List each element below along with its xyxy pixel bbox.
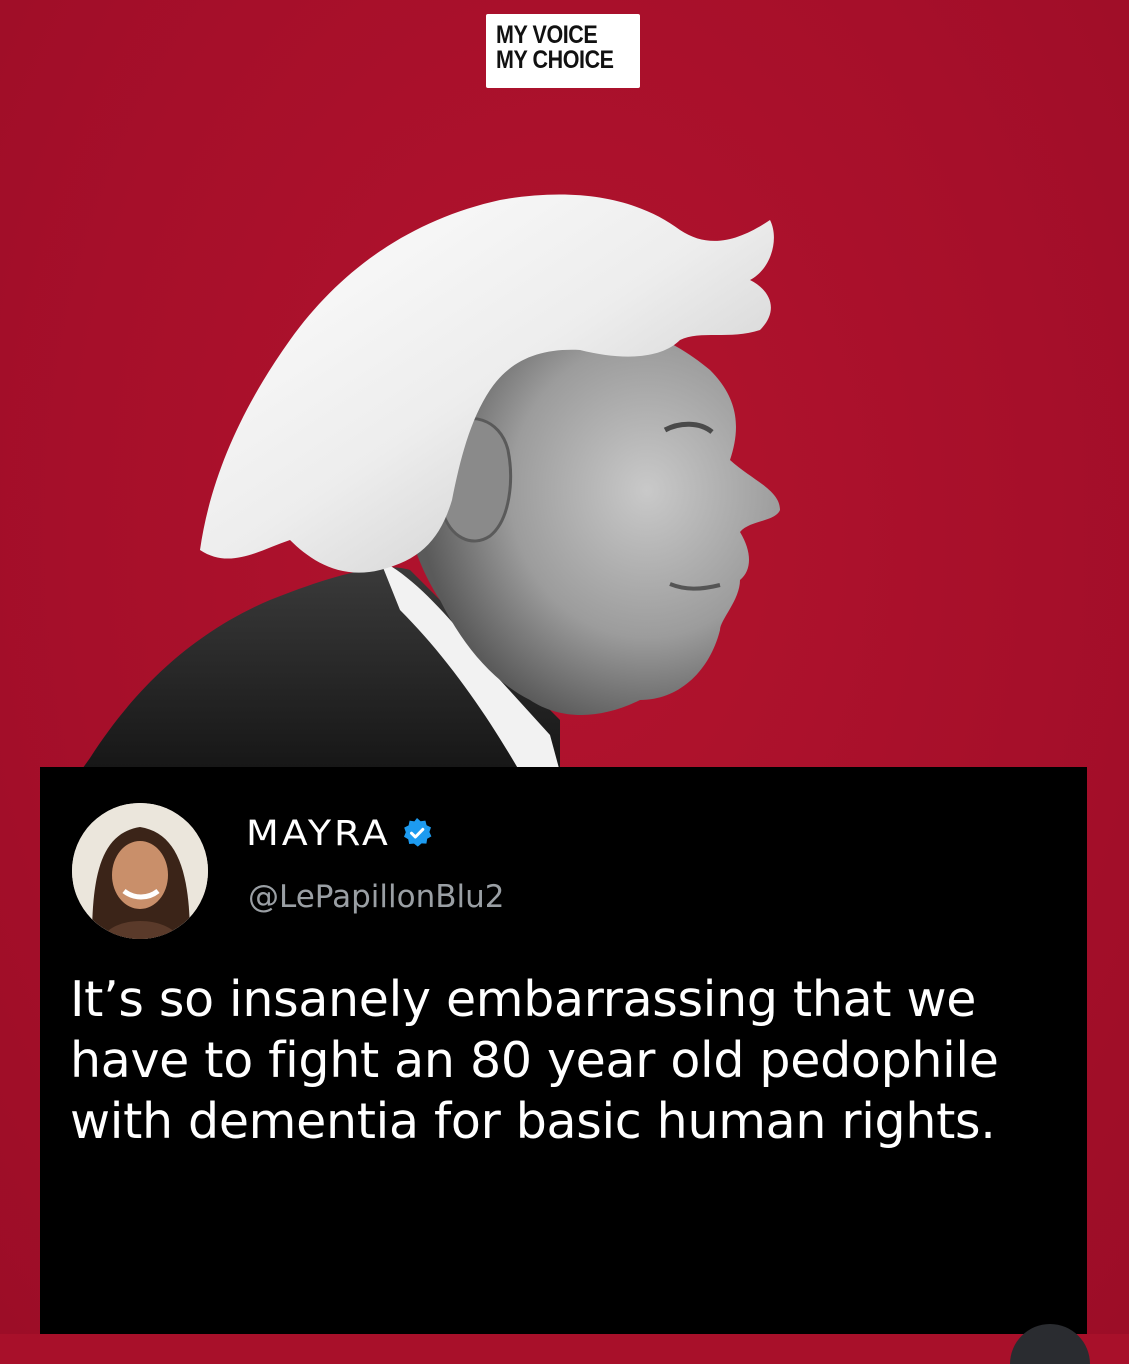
tweet-text: It’s so insanely embarrassing that we ha… xyxy=(70,971,999,1150)
display-name[interactable]: MAYRA xyxy=(246,811,391,855)
logo-line-1: MY VOICE xyxy=(496,21,598,49)
author-name-row: MAYRA xyxy=(246,809,433,857)
profile-portrait-image xyxy=(80,194,780,772)
avatar[interactable] xyxy=(72,803,208,939)
verified-badge-icon xyxy=(403,818,432,847)
logo-line-2: MY CHOICE xyxy=(496,46,614,74)
poster-background: MY VOICE MY CHOICE MAYRA @LePapillonBlu2… xyxy=(0,0,1129,1364)
author-handle[interactable]: @LePapillonBlu2 xyxy=(248,877,504,917)
avatar-photo-icon xyxy=(72,803,208,939)
my-voice-my-choice-logo: MY VOICE MY CHOICE xyxy=(486,14,640,88)
tweet-card: MAYRA @LePapillonBlu2 It’s so insanely e… xyxy=(40,767,1087,1334)
